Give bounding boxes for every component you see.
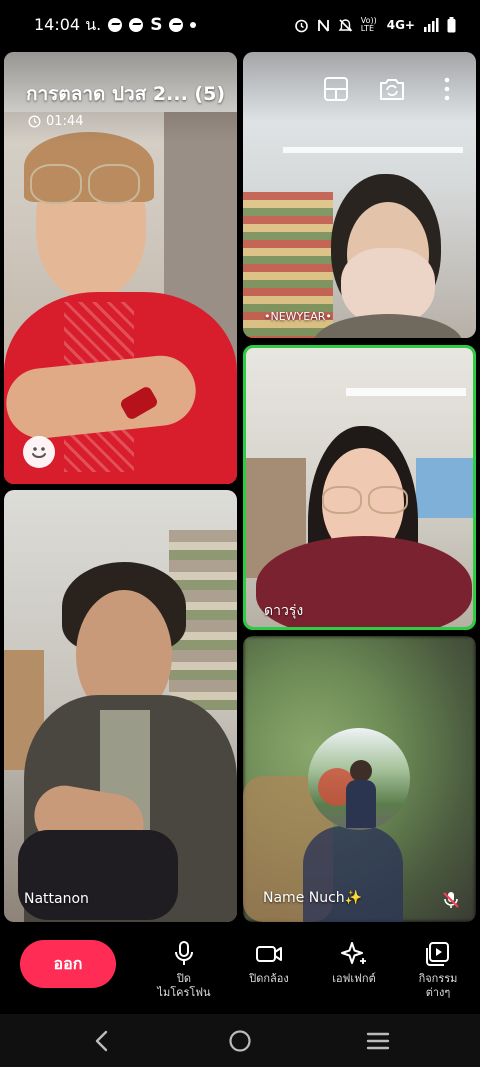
participant-name: Name Nuch✨ bbox=[263, 890, 363, 906]
mic-label: ปิด ไมโครโฟน bbox=[157, 972, 211, 999]
microphone-icon bbox=[175, 941, 193, 965]
participant-tile-top-left[interactable]: การตลาด ปวส 2... (5) 01:44 bbox=[4, 52, 237, 484]
activities-icon bbox=[426, 942, 449, 966]
home-icon[interactable] bbox=[228, 1029, 252, 1053]
alarm-icon bbox=[294, 19, 308, 32]
call-duration: 01:44 bbox=[46, 114, 84, 129]
participant-tile-bottom-right[interactable]: Name Nuch✨ bbox=[243, 636, 476, 922]
video-camera-icon bbox=[256, 946, 282, 962]
smiley-icon bbox=[32, 447, 46, 458]
toggle-camera-button[interactable]: ปิดกล้อง bbox=[236, 940, 302, 1010]
participant-name: •NEWYEAR• bbox=[264, 310, 332, 323]
participant-name: Nattanon bbox=[24, 891, 89, 907]
network-label: 4G+ bbox=[386, 18, 415, 32]
effects-button[interactable]: เอฟเฟกต์ bbox=[322, 940, 386, 1010]
messenger-notification-icon bbox=[108, 18, 123, 32]
participant-tile-middle-right[interactable]: ดาวรุ่ง bbox=[243, 345, 476, 630]
effects-label: เอฟเฟกต์ bbox=[332, 972, 376, 985]
switch-camera-icon[interactable] bbox=[378, 76, 406, 102]
leave-call-button[interactable]: ออก bbox=[20, 940, 116, 988]
sparkle-effects-icon bbox=[341, 942, 366, 964]
battery-icon bbox=[447, 17, 456, 33]
toggle-mic-button[interactable]: ปิด ไมโครโฟน bbox=[152, 940, 216, 1010]
more-options-icon[interactable] bbox=[442, 76, 452, 102]
messenger-notification-icon bbox=[129, 18, 144, 32]
recent-apps-icon[interactable] bbox=[366, 1031, 390, 1051]
participant-name: ดาวรุ่ง bbox=[264, 603, 304, 619]
nfc-icon bbox=[317, 18, 329, 32]
system-navigation-bar bbox=[0, 1014, 480, 1067]
messenger-notification-icon bbox=[169, 18, 184, 32]
more-notifications-dot-icon bbox=[190, 22, 197, 28]
back-icon[interactable] bbox=[92, 1030, 112, 1052]
volte-label: Vo)) LTE bbox=[360, 16, 377, 33]
mute-icon bbox=[338, 18, 353, 32]
participant-tile-top-right[interactable]: •NEWYEAR• bbox=[243, 52, 476, 338]
activities-label: กิจกรรม ต่างๆ bbox=[418, 972, 458, 999]
participant-tile-bottom-left[interactable]: Nattanon bbox=[4, 490, 237, 922]
status-time: 14:04 น. bbox=[34, 14, 102, 34]
activities-button[interactable]: กิจกรรม ต่างๆ bbox=[406, 940, 470, 1010]
signal-icon bbox=[424, 18, 439, 32]
skype-notification-icon: S bbox=[150, 15, 163, 35]
mic-muted-icon bbox=[443, 892, 459, 908]
camera-label: ปิดกล้อง bbox=[249, 972, 289, 985]
clock-icon bbox=[28, 115, 41, 128]
emoji-reaction-button[interactable] bbox=[23, 436, 55, 468]
layout-toggle-icon[interactable] bbox=[323, 76, 349, 102]
participant-avatar bbox=[308, 728, 410, 830]
call-group-title: การตลาด ปวส 2... (5) bbox=[26, 83, 225, 105]
status-bar: 14:04 น. S Vo)) LTE 4G+ bbox=[0, 0, 480, 50]
